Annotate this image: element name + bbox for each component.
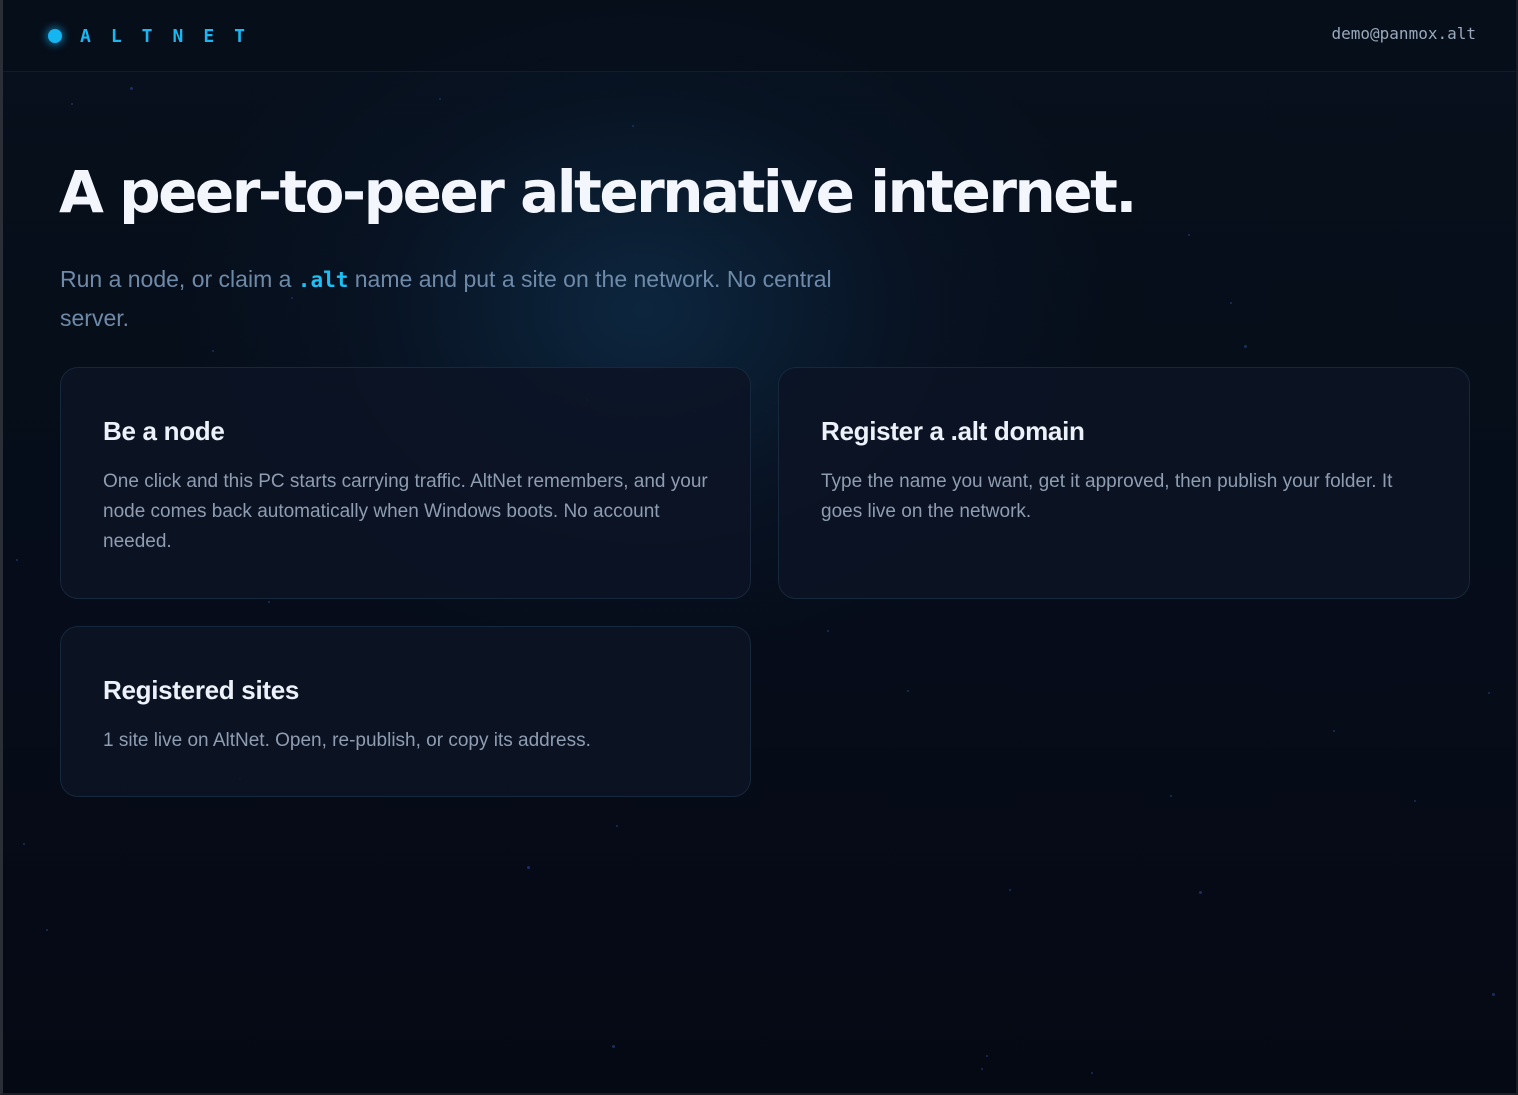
card-description: Type the name you want, get it approved,… (821, 471, 1393, 522)
page-subtitle: Run a node, or claim a .alt name and put… (60, 260, 860, 337)
register-domain-card[interactable]: Register a .alt domain Type the name you… (778, 367, 1470, 599)
registered-sites-card[interactable]: Registered sites 1 site live on AltNet. … (60, 626, 751, 797)
brand-logo[interactable]: ALTNET (48, 22, 265, 50)
status-dot-icon (48, 29, 62, 43)
be-a-node-card[interactable]: Be a node One click and this PC starts c… (60, 367, 751, 599)
subtitle-text-start: Run a node, or claim a (60, 266, 298, 292)
page-title: A peer-to-peer alternative internet. (59, 158, 1137, 226)
user-account-email[interactable]: demo@panmox.alt (1332, 24, 1477, 43)
card-description: 1 site live on AltNet. Open, re-publish,… (103, 730, 591, 751)
app-window: ALTNET demo@panmox.alt A peer-to-peer al… (0, 0, 1518, 1095)
card-title: Register a .alt domain (821, 416, 1085, 446)
card-description: One click and this PC starts carrying tr… (103, 471, 708, 552)
card-title: Be a node (103, 416, 225, 446)
card-title: Registered sites (103, 675, 300, 705)
brand-name: ALTNET (80, 25, 266, 47)
alt-tld-code: .alt (297, 268, 349, 292)
top-bar: ALTNET demo@panmox.alt (3, 0, 1516, 72)
